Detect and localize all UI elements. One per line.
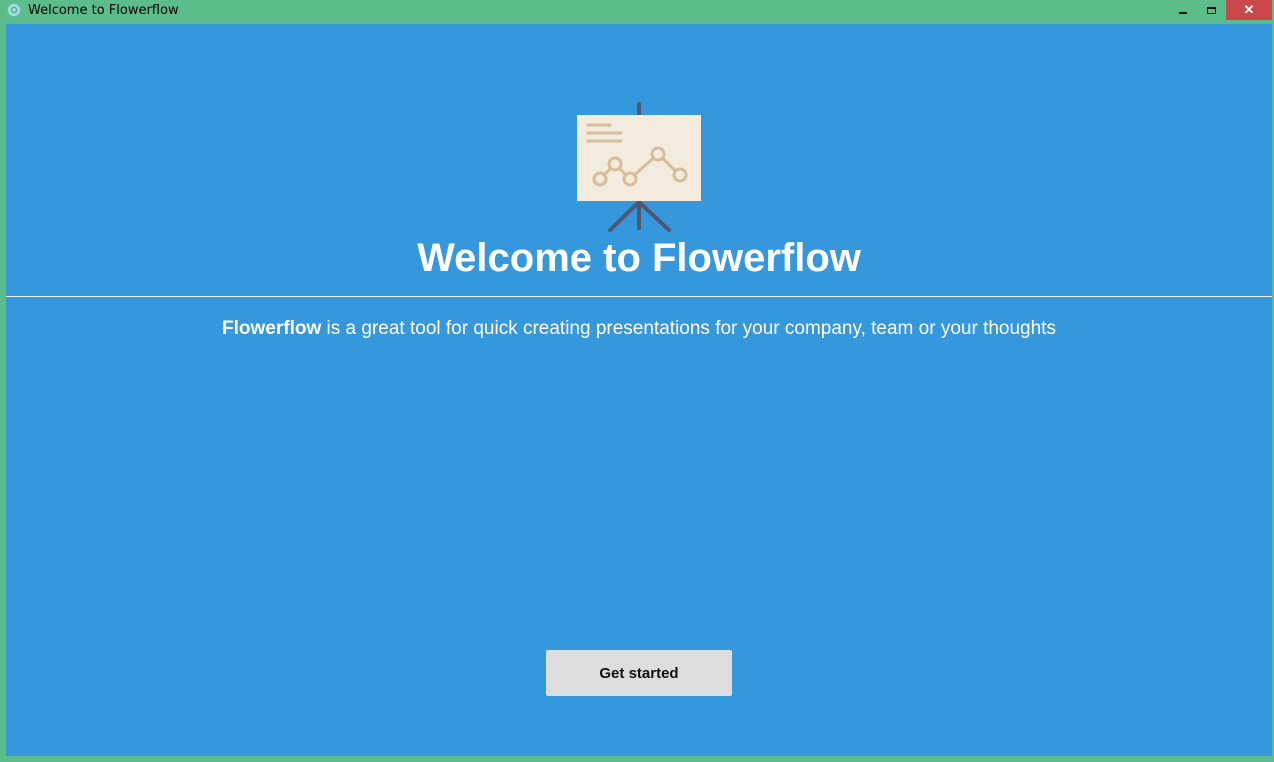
presentation-board-icon	[577, 102, 701, 232]
minimize-button[interactable]	[1170, 0, 1196, 20]
minimize-icon	[1179, 12, 1187, 14]
tagline: Flowerflow is a great tool for quick cre…	[6, 317, 1272, 341]
maximize-button[interactable]	[1198, 0, 1224, 20]
divider	[6, 296, 1272, 297]
close-icon: ✕	[1243, 2, 1255, 17]
get-started-button[interactable]: Get started	[546, 650, 732, 696]
welcome-panel: Welcome to Flowerflow Flowerflow is a gr…	[6, 24, 1272, 756]
page-title: Welcome to Flowerflow	[417, 236, 861, 280]
close-button[interactable]: ✕	[1226, 0, 1272, 20]
title-bar[interactable]: Welcome to Flowerflow ✕	[0, 0, 1274, 22]
tagline-brand: Flowerflow	[222, 318, 322, 339]
app-icon	[7, 3, 21, 17]
window-title: Welcome to Flowerflow	[28, 3, 179, 18]
app-window: Welcome to Flowerflow ✕ Welcome to Flowe…	[0, 0, 1274, 762]
maximize-icon	[1206, 6, 1216, 14]
tagline-text: is a great tool for quick creating prese…	[321, 318, 1056, 339]
